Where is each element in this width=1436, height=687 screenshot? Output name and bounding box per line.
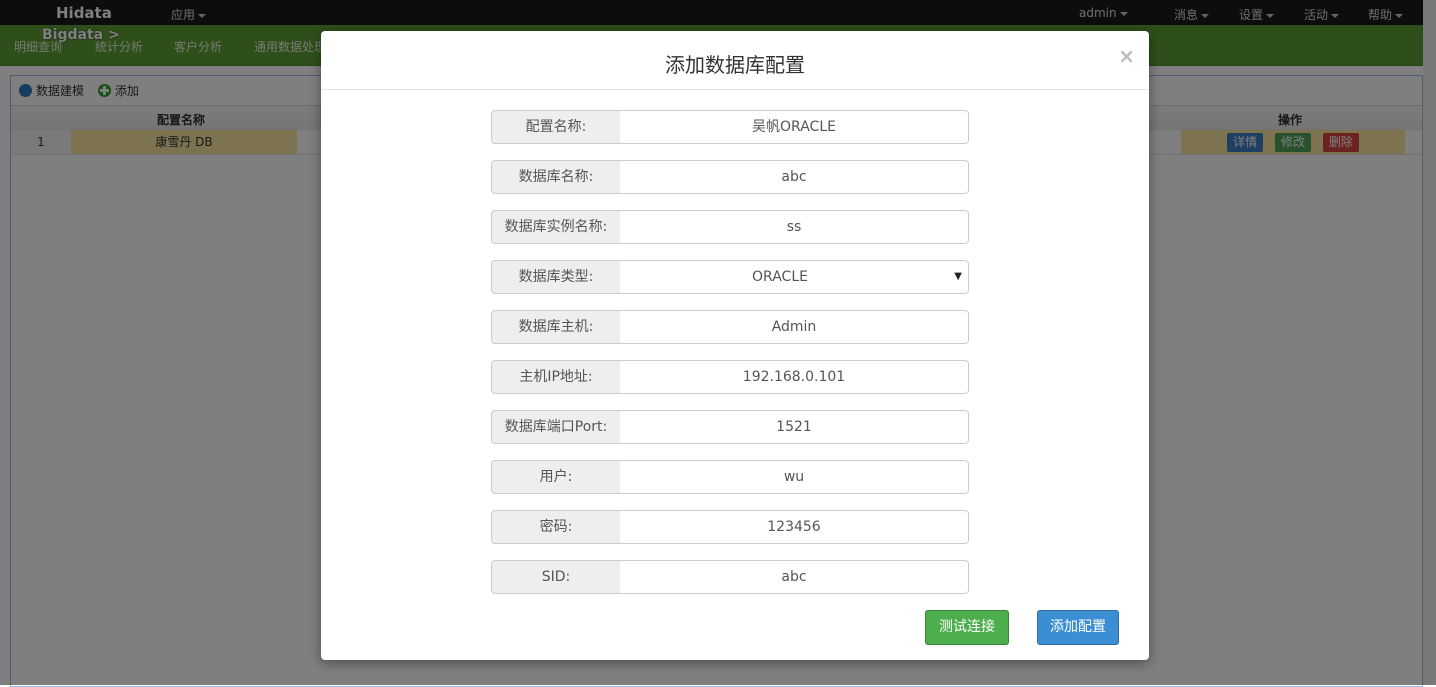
config-name-label: 配置名称:	[491, 110, 621, 144]
password-label: 密码:	[491, 510, 621, 544]
sid-label: SID:	[491, 560, 621, 594]
db-port-input[interactable]	[620, 410, 969, 444]
db-name-field: 数据库名称:	[491, 160, 971, 194]
dialog-header: 添加数据库配置 ×	[321, 31, 1149, 90]
user-field: 用户:	[491, 460, 971, 494]
db-type-field: 数据库类型: ORACLE ▼	[491, 260, 971, 294]
close-icon[interactable]: ×	[1118, 44, 1135, 68]
user-input[interactable]	[620, 460, 969, 494]
add-config-button[interactable]: 添加配置	[1037, 610, 1119, 645]
user-label: 用户:	[491, 460, 621, 494]
db-port-label: 数据库端口Port:	[491, 410, 621, 444]
config-name-field: 配置名称:	[491, 110, 971, 144]
sid-field: SID:	[491, 560, 971, 594]
sid-input[interactable]	[620, 560, 969, 594]
db-type-select[interactable]: ORACLE ▼	[620, 260, 969, 294]
dropdown-arrow-icon: ▼	[954, 271, 962, 282]
password-input[interactable]	[620, 510, 969, 544]
host-ip-label: 主机IP地址:	[491, 360, 621, 394]
db-host-field: 数据库主机:	[491, 310, 971, 344]
db-name-input[interactable]	[620, 160, 969, 194]
db-host-input[interactable]	[620, 310, 969, 344]
db-type-value: ORACLE	[752, 269, 808, 285]
db-type-label: 数据库类型:	[491, 260, 621, 294]
db-host-label: 数据库主机:	[491, 310, 621, 344]
db-instance-field: 数据库实例名称:	[491, 210, 971, 244]
config-name-input[interactable]	[620, 110, 969, 144]
test-connection-button[interactable]: 测试连接	[925, 610, 1009, 645]
db-port-field: 数据库端口Port:	[491, 410, 971, 444]
db-instance-label: 数据库实例名称:	[491, 210, 621, 244]
host-ip-input[interactable]	[620, 360, 969, 394]
db-name-label: 数据库名称:	[491, 160, 621, 194]
dialog-title: 添加数据库配置	[665, 53, 805, 77]
add-db-config-dialog: 添加数据库配置 × 配置名称: 数据库名称: 数据库实例名称: 数据库类型: O…	[321, 31, 1149, 660]
host-ip-field: 主机IP地址:	[491, 360, 971, 394]
db-instance-input[interactable]	[620, 210, 969, 244]
password-field: 密码:	[491, 510, 971, 544]
